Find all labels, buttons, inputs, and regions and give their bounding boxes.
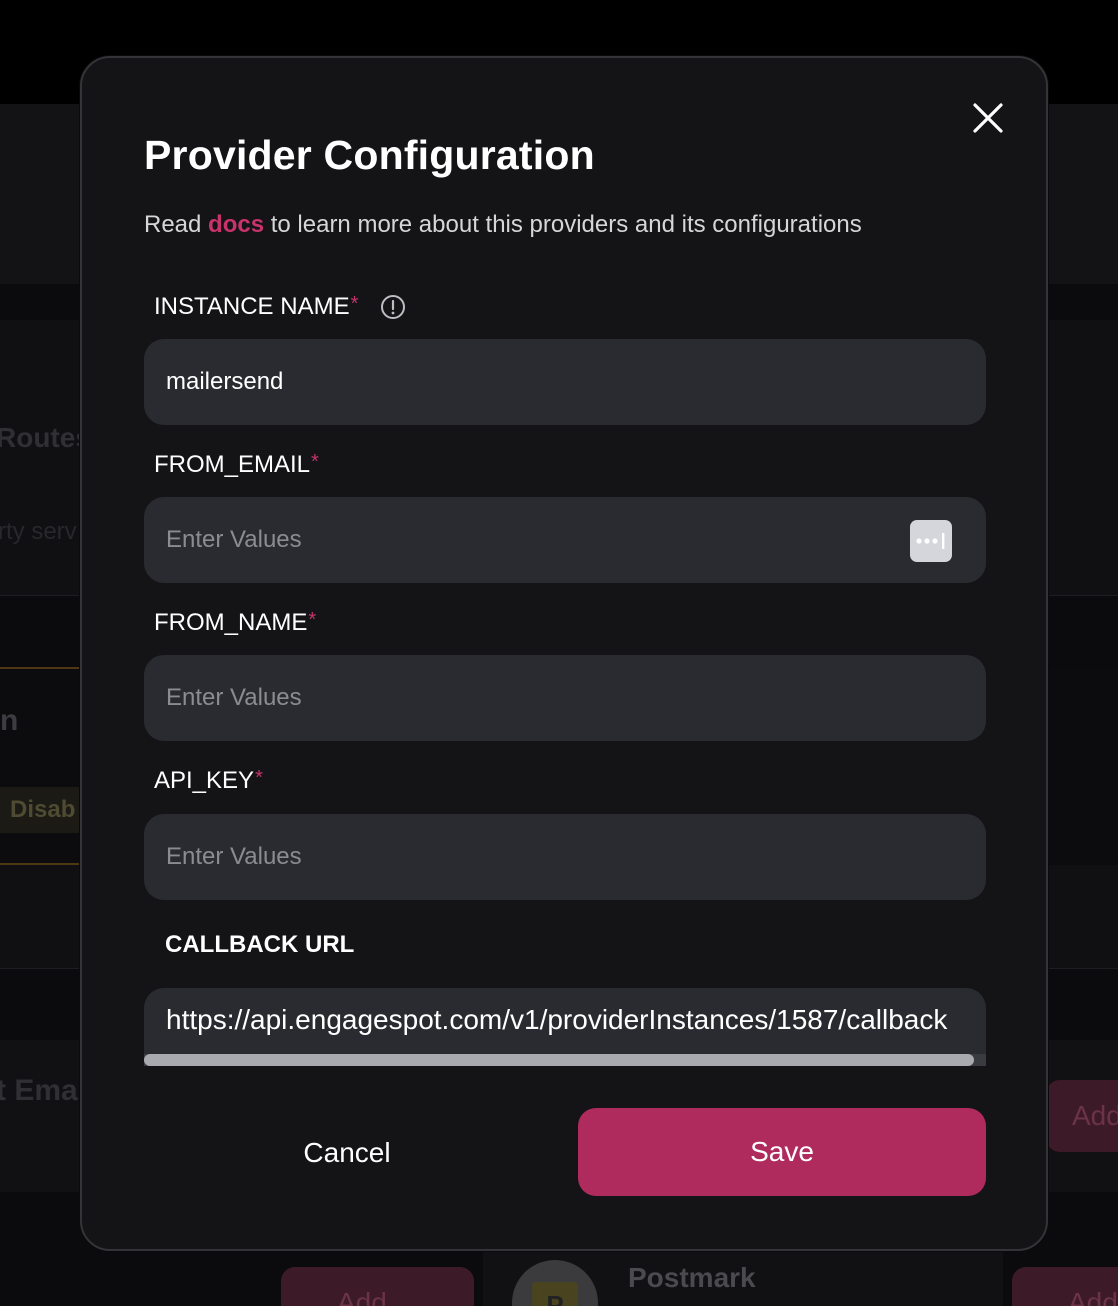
description-suffix: to learn more about this providers and i… [264, 211, 862, 238]
background-add-label: Add [1072, 1100, 1118, 1131]
background-add-button: Add [1046, 1080, 1118, 1152]
background-add-label-3: Add [1068, 1287, 1118, 1306]
from-name-input[interactable] [144, 655, 986, 741]
background-provider-logo: P [532, 1282, 578, 1306]
background-routes-title: Routes [0, 422, 91, 453]
from-name-label-text: FROM_NAME [154, 609, 308, 636]
close-button[interactable] [968, 98, 1008, 138]
background-add-label-2: Add [337, 1287, 387, 1306]
close-icon [973, 103, 1003, 133]
from-email-label: FROM_EMAIL* [154, 451, 319, 479]
background-section-letter: n [0, 704, 19, 737]
callback-url-field[interactable]: https://api.engagespot.com/v1/providerIn… [144, 988, 986, 1066]
description-prefix: Read [144, 211, 209, 238]
background-email-title: t Ema [0, 1074, 78, 1107]
required-asterisk: * [308, 609, 317, 631]
instance-name-label: INSTANCE NAME* [154, 293, 358, 321]
password-manager-icon [916, 533, 945, 549]
background-add-button-3: Add [1012, 1267, 1118, 1306]
save-button[interactable]: Save [578, 1108, 986, 1196]
background-provider-name: Postmark [628, 1262, 756, 1293]
from-email-input[interactable] [144, 497, 986, 583]
cancel-button[interactable]: Cancel [144, 1110, 550, 1196]
api-key-input[interactable] [144, 814, 986, 900]
instance-name-input[interactable] [144, 339, 986, 425]
required-asterisk: * [350, 293, 359, 315]
callback-url-value[interactable]: https://api.engagespot.com/v1/providerIn… [166, 1004, 947, 1036]
info-circle-icon[interactable] [380, 294, 406, 320]
api-key-label-text: API_KEY [154, 767, 255, 794]
modal-description: Read docs to learn more about this provi… [144, 211, 862, 239]
docs-link[interactable]: docs [208, 211, 264, 238]
from-email-label-text: FROM_EMAIL [154, 451, 311, 478]
required-asterisk: * [311, 451, 319, 473]
callback-url-label: CALLBACK URL [165, 931, 355, 958]
callback-url-scrollbar[interactable] [144, 1054, 986, 1066]
required-asterisk: * [255, 767, 263, 789]
scrollbar-thumb[interactable] [144, 1054, 974, 1066]
background-routes-subtitle: rty serv [0, 518, 77, 545]
modal-title: Provider Configuration [144, 132, 595, 178]
api-key-label: API_KEY* [154, 767, 263, 795]
provider-configuration-modal: Provider Configuration Read docs to lear… [80, 56, 1048, 1251]
from-name-label: FROM_NAME* [154, 609, 316, 637]
instance-name-label-text: INSTANCE NAME [154, 293, 350, 320]
background-add-button-2: Add [281, 1267, 474, 1306]
password-manager-button[interactable] [910, 520, 952, 562]
